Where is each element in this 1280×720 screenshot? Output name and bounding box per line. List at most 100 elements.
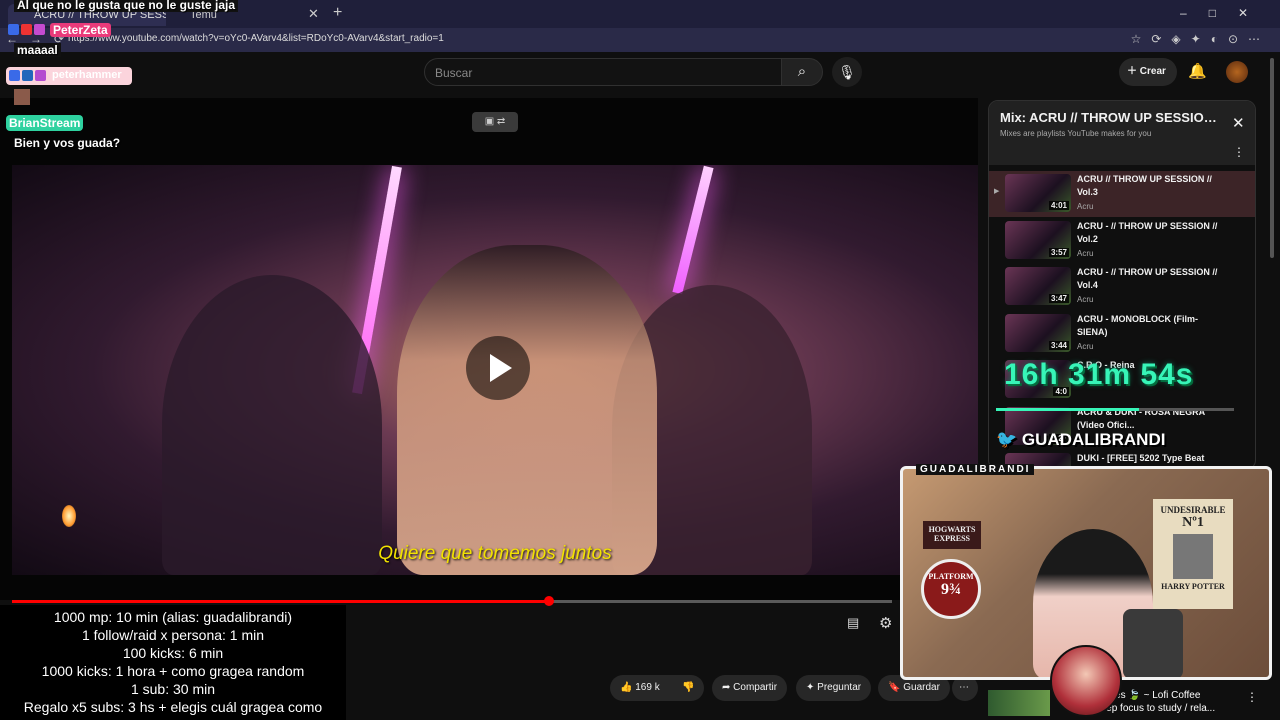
dislike-button[interactable]: 👎	[674, 675, 704, 701]
url-field[interactable]: https://www.youtube.com/watch?v=oYc0-AVa…	[68, 33, 444, 44]
neon-light	[672, 165, 714, 295]
bookmark-icon: 🔖	[888, 682, 901, 693]
poster-text: 9¾	[941, 581, 961, 598]
chat-message: Al que no le gusta que no le guste jaja	[14, 0, 239, 12]
close-icon[interactable]: ✕	[1232, 114, 1245, 132]
timer-progress-fill	[996, 408, 1139, 411]
poster-text: Nº1	[1182, 515, 1204, 530]
more-vert-icon[interactable]: ⋮	[1246, 690, 1258, 704]
playlist-item-title: ACRU - // THROW UP SESSION // Vol.2	[1077, 220, 1218, 244]
subathon-timer: 16h 31m 54s	[1004, 358, 1194, 391]
window-controls[interactable]: –□✕	[1180, 6, 1270, 20]
candle	[62, 505, 76, 527]
microphone	[1123, 609, 1183, 677]
playlist-item-title: ACRU - // THROW UP SESSION // Vol.4	[1077, 267, 1218, 290]
emote-icon	[14, 89, 30, 105]
rule-line: 1 sub: 30 min	[130, 681, 216, 697]
wanted-poster: UNDESIRABLE Nº1 HARRY POTTER	[1153, 499, 1233, 609]
poster-text: PLATFORM	[928, 572, 974, 581]
webcam-label: GUADALIBRANDI	[916, 464, 1035, 475]
search-button[interactable]: ⌕	[781, 58, 823, 86]
video-overlay-icons[interactable]: ▣ ⇄	[472, 112, 518, 132]
share-icon: ➦	[722, 682, 731, 693]
search-icon: ⌕	[797, 63, 807, 80]
chat-username: peterhammer	[52, 69, 122, 81]
playlist-item-title: ACRU - MONOBLOCK (Film-SIENA)	[1077, 313, 1198, 337]
rule-line: 1 follow/raid x persona: 1 min	[81, 627, 265, 643]
video-thumbnail: 3:47	[1005, 267, 1071, 305]
account-avatar[interactable]	[1226, 61, 1248, 83]
thumbs-down-icon: 👎	[682, 682, 695, 693]
gear-icon[interactable]: ⚙	[879, 614, 892, 632]
playlist-item-channel: Acru	[1077, 202, 1094, 211]
related-video-item[interactable]: bli Vibes 🍃 ~ Lofi Coffee | Deep focus to…	[988, 688, 1258, 718]
handle-text: GUADALIBRANDI	[1021, 430, 1166, 449]
playlist-item[interactable]: 3:47 ACRU - // THROW UP SESSION // Vol.4 A…	[989, 264, 1255, 310]
playlist-item[interactable]: 3:57 ACRU - // THROW UP SESSION // Vol.2 A…	[989, 218, 1255, 264]
play-button[interactable]	[466, 336, 530, 400]
chat-username: BrianStream	[6, 115, 84, 131]
create-label: Crear	[1139, 66, 1166, 77]
badge-icon	[21, 24, 32, 35]
page-scrollbar[interactable]	[1270, 58, 1274, 258]
mic-button[interactable]: 🎙	[832, 57, 862, 87]
twitter-icon: 🐦	[996, 430, 1018, 449]
playlist-item-channel: Acru	[1077, 341, 1094, 351]
search-input[interactable]: Buscar	[424, 58, 782, 86]
video-thumbnail	[988, 690, 1050, 716]
progress-scrubber[interactable]	[543, 596, 554, 606]
poster-text: UNDESIRABLE	[1160, 505, 1226, 515]
rule-line: 100 kicks: 6 min	[122, 645, 224, 661]
video-progress-bar[interactable]	[12, 596, 892, 606]
playlist-item[interactable]: ▶ 4:01 ACRU // THROW UP SESSION // Vol.3 Ac…	[989, 171, 1255, 217]
like-count: 169 k	[635, 682, 660, 693]
playlist-item-channel: Acru	[1077, 248, 1094, 258]
rule-line: 1000 mp: 10 min (alias: guadalibrandi)	[53, 609, 293, 625]
video-subtitle: Quiere que tomemos juntos	[378, 543, 612, 564]
heart-badge-icon	[34, 24, 45, 35]
close-tab-icon[interactable]: ✕	[308, 6, 319, 22]
extension-icons[interactable]: ☆⟳◈✦◐⊙⋯	[1131, 32, 1270, 46]
video-duration: 3:57	[1048, 247, 1069, 257]
chat-message: Bien y vos guada?	[14, 136, 121, 150]
rule-line: 1000 kicks: 1 hora + como gragea random	[41, 663, 305, 679]
create-button[interactable]: ＋ Crear	[1119, 58, 1177, 86]
progress-fill	[12, 600, 549, 603]
streamer-avatar	[1050, 645, 1122, 717]
twitter-handle: 🐦 GUADALIBRANDI	[996, 430, 1165, 450]
like-button[interactable]: 👍 169 k	[610, 675, 674, 701]
playlist-header: Mix: ACRU // THROW UP SESSION /... Mixes…	[989, 101, 1255, 165]
playlist-item-channel: Acru	[1077, 295, 1094, 304]
video-duration: 3:47	[1048, 294, 1069, 303]
playlist-title[interactable]: Mix: ACRU // THROW UP SESSION /...	[1000, 110, 1225, 125]
badge-icon	[9, 70, 20, 81]
poster-photo	[1173, 534, 1213, 579]
badge-icon	[22, 70, 33, 81]
poster-text: HARRY POTTER	[1161, 582, 1225, 591]
chat-username: PeterZeta	[50, 23, 111, 37]
singer	[397, 245, 657, 575]
notifications-bell-icon[interactable]: 🔔	[1188, 62, 1207, 80]
rule-line: Regalo x5 subs: 3 hs + elegis cuál grage…	[23, 699, 323, 715]
timer-progress-bar	[996, 408, 1234, 411]
guitarist-left	[162, 275, 382, 575]
playlist-panel: Mix: ACRU // THROW UP SESSION /... Mixes…	[988, 100, 1256, 470]
video-duration: 3:44	[1048, 340, 1069, 350]
badge-icon	[8, 24, 19, 35]
thumbs-up-icon: 👍	[620, 682, 633, 693]
share-label: Compartir	[733, 682, 778, 693]
playlist-item-title: ACRU // THROW UP SESSION // Vol.3	[1077, 174, 1212, 197]
badge-icon	[35, 70, 46, 81]
more-vert-icon[interactable]: ⋮	[1233, 145, 1245, 159]
hogwarts-sign: HOGWARTS EXPRESS	[923, 521, 981, 549]
sparkle-icon: ✦	[806, 682, 815, 693]
share-button[interactable]: ➦ Compartir	[712, 675, 788, 701]
now-playing-icon: ▶	[994, 188, 1000, 195]
new-tab-button[interactable]: +	[333, 4, 342, 22]
video-duration: 4:01	[1048, 201, 1069, 210]
playlist-item[interactable]: 3:44 ACRU - MONOBLOCK (Film-SIENA) Acru	[989, 311, 1255, 357]
ask-button[interactable]: ✦ Preguntar	[796, 675, 872, 701]
subathon-rules-panel: 1000 mp: 10 min (alias: guadalibrandi) 1 …	[0, 605, 346, 720]
captions-icon[interactable]: ▤	[847, 615, 859, 631]
chat-user-row: peterhammer	[6, 67, 132, 85]
